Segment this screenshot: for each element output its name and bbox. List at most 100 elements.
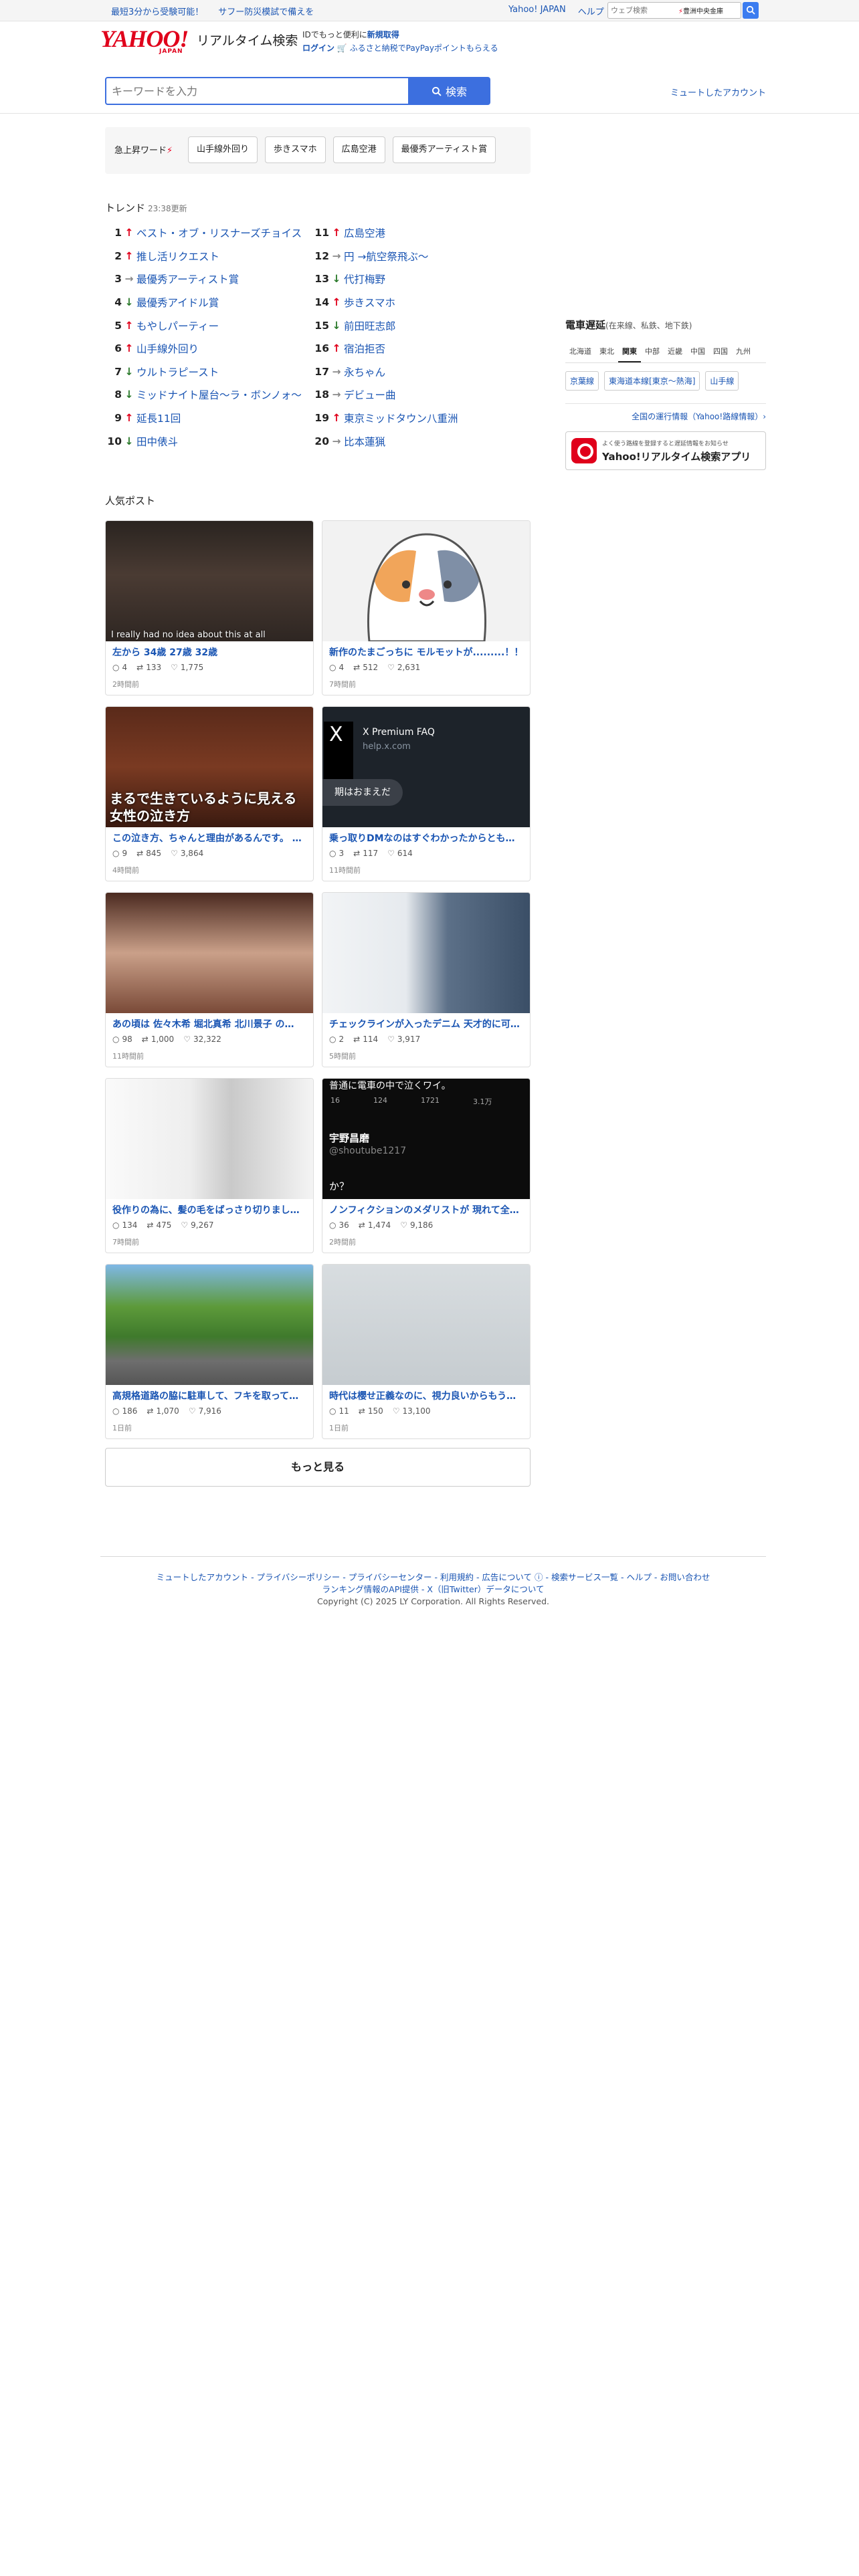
post-image[interactable]	[106, 1079, 313, 1199]
repost-count[interactable]: ⇄ 133	[136, 663, 161, 672]
trend-item[interactable]: 17 → 永ちゃん	[314, 360, 515, 384]
signup-link[interactable]: 新規取得	[367, 30, 399, 39]
reply-count[interactable]: ○ 4	[112, 663, 127, 672]
rising-chip[interactable]: 歩きスマホ	[265, 136, 326, 163]
hot-word[interactable]: ⚡豊洲中央金庫	[678, 5, 723, 15]
post-title[interactable]: 高規格道路の脇に駐車して、フキを取って…	[112, 1389, 308, 1402]
trend-item[interactable]: 16 ↑ 宿泊拒否	[314, 337, 515, 360]
repost-count[interactable]: ⇄ 1,000	[142, 1035, 174, 1044]
post-title[interactable]: 乗っ取りDMなのはすぐわかったからとも…	[329, 831, 524, 845]
trend-text[interactable]: ミッドナイト屋台〜ラ・ボンノォ〜	[136, 387, 302, 402]
post-title[interactable]: 役作りの為に、髪の毛をばっさり切りまし…	[112, 1203, 308, 1216]
post-image[interactable]: I really had no idea about this at all	[106, 521, 313, 641]
repost-count[interactable]: ⇄ 845	[136, 849, 161, 858]
reply-count[interactable]: ○ 36	[329, 1220, 349, 1230]
rising-chip[interactable]: 山手線外回り	[188, 136, 258, 163]
like-count[interactable]: ♡ 614	[387, 849, 413, 858]
region-tab[interactable]: 関東	[618, 342, 641, 362]
repost-count[interactable]: ⇄ 1,474	[359, 1220, 391, 1230]
delayed-line[interactable]: 山手線	[705, 371, 739, 391]
region-tab[interactable]: 北海道	[565, 342, 595, 362]
like-count[interactable]: ♡ 3,864	[171, 849, 203, 858]
help-link[interactable]: ヘルプ	[578, 5, 604, 17]
rising-chip[interactable]: 最優秀アーティスト賞	[392, 136, 496, 163]
all-operations-link[interactable]: 全国の運行情報（Yahoo!路線情報）›	[565, 403, 766, 422]
repost-count[interactable]: ⇄ 475	[147, 1220, 171, 1230]
trend-item[interactable]: 13 ↓ 代打梅野	[314, 267, 515, 291]
post-card[interactable]: 普通に電車の中で泣くワイ。 16 124 1721 3.1万 宇野昌磨 @shoutube1…	[322, 1078, 531, 1253]
repost-count[interactable]: ⇄ 1,070	[147, 1406, 179, 1416]
post-title[interactable]: この泣き方、ちゃんと理由があるんです。 実は…	[112, 831, 308, 845]
region-tab[interactable]: 九州	[732, 342, 755, 362]
reply-count[interactable]: ○ 2	[329, 1035, 344, 1044]
region-tab[interactable]: 四国	[709, 342, 732, 362]
repost-count[interactable]: ⇄ 512	[353, 663, 378, 672]
trend-text[interactable]: 宿泊拒否	[344, 341, 385, 356]
footer-links[interactable]: ミュートしたアカウント - プライバシーポリシー - プライバシーセンター - …	[100, 1572, 766, 1584]
post-card[interactable]: 時代は櫻せ正義なのに、視力良いからもう… ○ 11 ⇄ 150 ♡ 13,100 1日前	[322, 1264, 531, 1439]
trend-text[interactable]: 代打梅野	[344, 272, 385, 286]
top-promo-link-1[interactable]: 最短3分から受験可能！	[111, 5, 203, 17]
post-card[interactable]: I really had no idea about this at all 左か…	[105, 520, 314, 695]
trend-item[interactable]: 15 ↓ 前田旺志郎	[314, 314, 515, 337]
trend-text[interactable]: 山手線外回り	[136, 341, 199, 356]
reply-count[interactable]: ○ 3	[329, 849, 344, 858]
trend-text[interactable]: 永ちゃん	[344, 364, 385, 379]
trend-item[interactable]: 7 ↓ ウルトラピースト	[107, 360, 308, 384]
post-card[interactable]: まるで生きているように見える 女性の泣き方 この泣き方、ちゃんと理由があるんです。…	[105, 706, 314, 881]
reply-count[interactable]: ○ 9	[112, 849, 127, 858]
trend-item[interactable]: 8 ↓ ミッドナイト屋台〜ラ・ボンノォ〜	[107, 383, 308, 407]
rising-chip[interactable]: 広島空港	[332, 136, 385, 163]
trend-item[interactable]: 2 ↑ 推し活リクエスト	[107, 245, 308, 268]
login-link[interactable]: ログイン	[302, 43, 335, 53]
repost-count[interactable]: ⇄ 150	[359, 1406, 383, 1416]
post-image[interactable]	[106, 893, 313, 1013]
reply-count[interactable]: ○ 98	[112, 1035, 132, 1044]
like-count[interactable]: ♡ 3,917	[387, 1035, 420, 1044]
trend-text[interactable]: 前田旺志郎	[344, 318, 396, 333]
post-title[interactable]: 左から 34歳 27歳 32歳	[112, 645, 308, 659]
trend-text[interactable]: 歩きスマホ	[344, 295, 395, 310]
trend-text[interactable]: もやしパーティー	[136, 318, 219, 333]
post-card[interactable]: 高規格道路の脇に駐車して、フキを取って… ○ 186 ⇄ 1,070 ♡ 7,916 1日前	[105, 1264, 314, 1439]
furusato-link[interactable]: ふるさと納税でPayPayポイントもらえる	[350, 43, 498, 53]
delayed-line[interactable]: 京葉線	[565, 371, 599, 391]
trend-item[interactable]: 5 ↑ もやしパーティー	[107, 314, 308, 337]
trend-item[interactable]: 10 ↓ 田中俵斗	[107, 429, 308, 453]
trend-item[interactable]: 11 ↑ 広島空港	[314, 221, 515, 245]
post-title[interactable]: 新作のたまごっちに モルモットが.........！！	[329, 645, 524, 659]
like-count[interactable]: ♡ 13,100	[393, 1406, 431, 1416]
trend-item[interactable]: 3 → 最優秀アーティスト賞	[107, 267, 308, 291]
trend-text[interactable]: ベスト・オブ・リスナーズチョイス	[136, 225, 302, 240]
post-image[interactable]: X X Premium FAQ help.x.com 期はおまえだ	[322, 707, 530, 827]
trend-text[interactable]: 延長11回	[136, 411, 181, 425]
post-title[interactable]: あの頃は 佐々木希 堀北真希 北川景子 の…	[112, 1017, 308, 1031]
trend-item[interactable]: 4 ↓ 最優秀アイドル賞	[107, 291, 308, 314]
trend-text[interactable]: 東京ミッドタウン八重洲	[344, 411, 458, 425]
muted-accounts-link[interactable]: ミュートしたアカウント	[670, 86, 766, 98]
like-count[interactable]: ♡ 7,916	[189, 1406, 221, 1416]
reply-count[interactable]: ○ 134	[112, 1220, 137, 1230]
like-count[interactable]: ♡ 32,322	[183, 1035, 221, 1044]
post-image[interactable]: 普通に電車の中で泣くワイ。 16 124 1721 3.1万 宇野昌磨 @shoutube1…	[322, 1079, 530, 1199]
region-tab[interactable]: 中国	[686, 342, 709, 362]
trend-item[interactable]: 1 ↑ ベスト・オブ・リスナーズチョイス	[107, 221, 308, 245]
trend-text[interactable]: 最優秀アーティスト賞	[136, 272, 239, 286]
reply-count[interactable]: ○ 4	[329, 663, 344, 672]
trend-text[interactable]: 広島空港	[344, 225, 385, 240]
post-image[interactable]	[322, 521, 530, 641]
post-title[interactable]: チェックラインが入ったデニム 天才的に可…	[329, 1017, 524, 1031]
post-card[interactable]: 役作りの為に、髪の毛をばっさり切りまし… ○ 134 ⇄ 475 ♡ 9,267 7時間前	[105, 1078, 314, 1253]
post-card[interactable]: 新作のたまごっちに モルモットが.........！！ ○ 4 ⇄ 512 ♡ 2,631 7…	[322, 520, 531, 695]
reply-count[interactable]: ○ 186	[112, 1406, 137, 1416]
trend-text[interactable]: デビュー曲	[344, 387, 396, 402]
trend-item[interactable]: 19 ↑ 東京ミッドタウン八重洲	[314, 407, 515, 430]
trend-item[interactable]: 20 → 比本蓮猟	[314, 429, 515, 453]
post-image[interactable]	[106, 1265, 313, 1385]
trend-text[interactable]: 比本蓮猟	[344, 434, 385, 449]
post-card[interactable]: X X Premium FAQ help.x.com 期はおまえだ乗っ取りDMなのはす…	[322, 706, 531, 881]
search-input[interactable]	[106, 78, 408, 104]
post-image[interactable]	[322, 1265, 530, 1385]
web-search-input[interactable]	[608, 6, 678, 15]
trend-item[interactable]: 6 ↑ 山手線外回り	[107, 337, 308, 360]
